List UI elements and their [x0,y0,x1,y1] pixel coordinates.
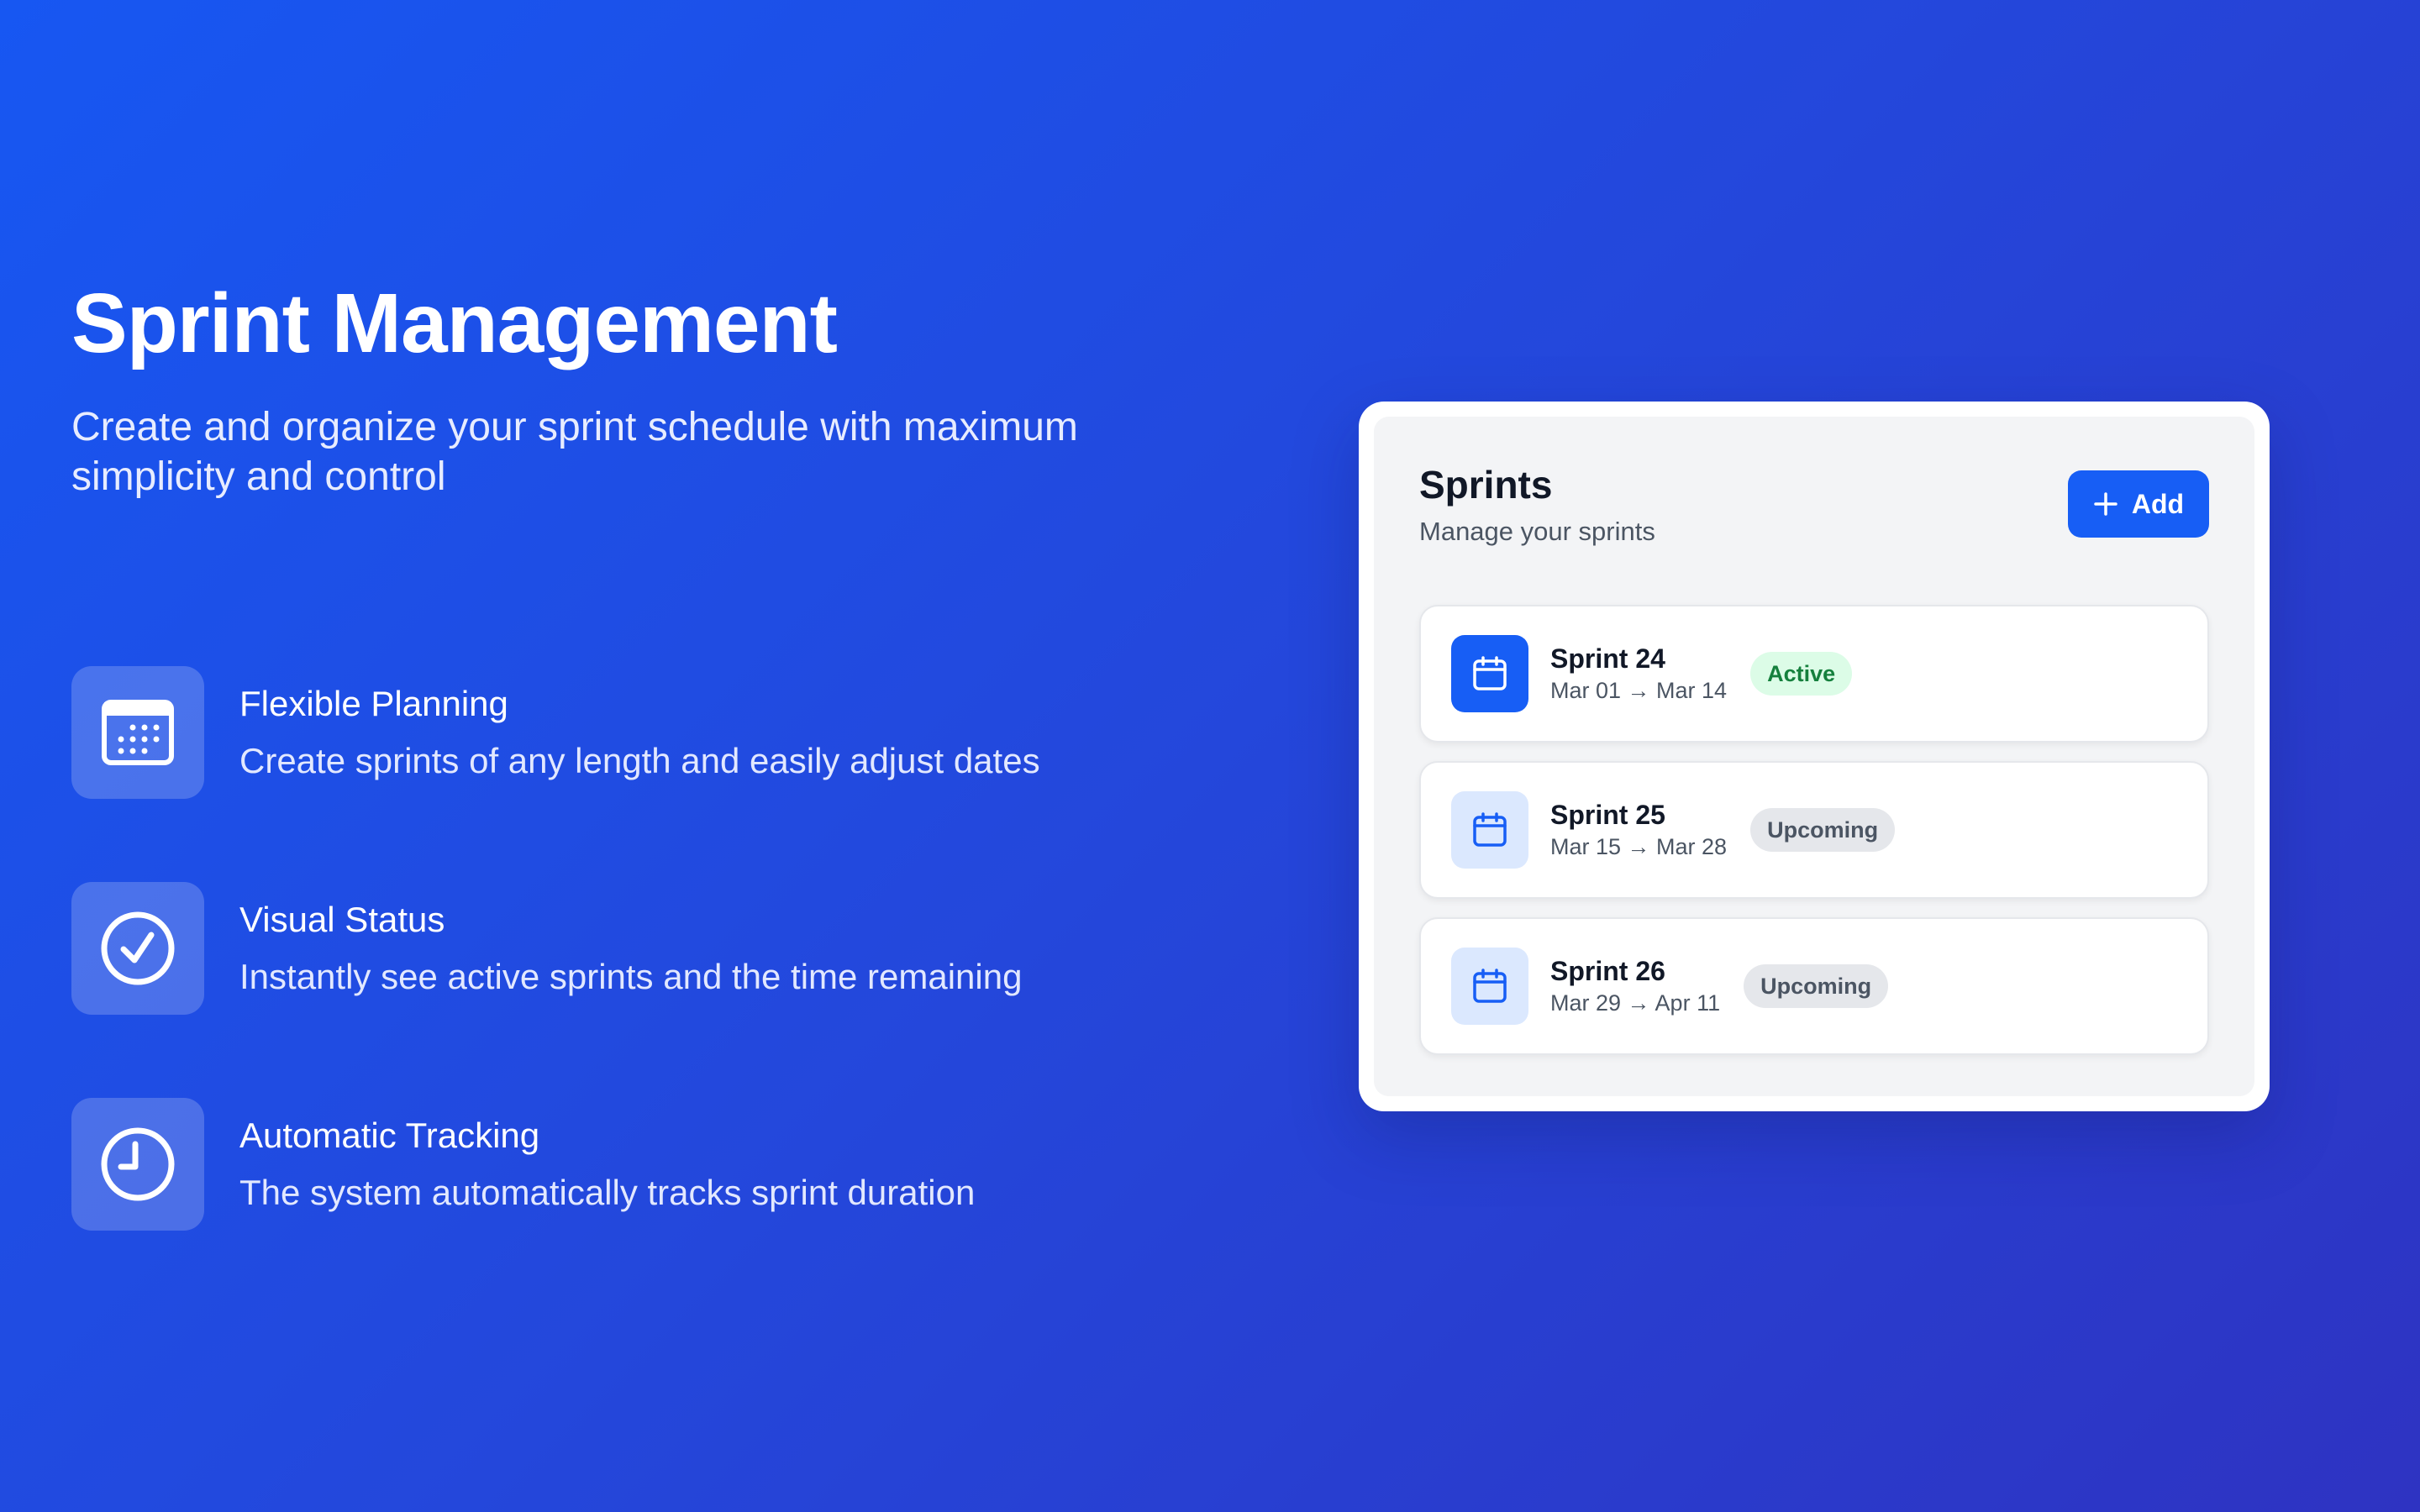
sprint-list: Sprint 24 Mar 01 → Mar 14 Active Sprint … [1419,605,2209,1055]
feature-description: Instantly see active sprints and the tim… [239,957,1023,997]
check-circle-icon [71,882,204,1015]
sprint-name: Sprint 26 [1550,956,1665,987]
sprint-dates: Mar 15 → Mar 28 [1550,833,1728,859]
feature-flexible-planning: Flexible Planning Create sprints of any … [71,666,1206,799]
calendar-icon [1451,791,1528,869]
status-badge: Upcoming [1744,964,1889,1008]
feature-title: Automatic Tracking [239,1116,540,1155]
status-badge: Active [1750,652,1853,696]
plus-icon [2094,492,2118,516]
feature-list: Flexible Planning Create sprints of any … [71,666,1206,1314]
feature-description: The system automatically tracks sprint d… [239,1173,976,1213]
feature-description: Create sprints of any length and easily … [239,741,1040,781]
hero-title: Sprint Management [71,276,838,370]
feature-visual-status: Visual Status Instantly see active sprin… [71,882,1206,1015]
sprint-name: Sprint 25 [1550,800,1665,831]
sprints-panel: Sprints Manage your sprints Add Sprint 2… [1374,417,2254,1096]
calendar-icon [71,666,204,799]
hero-subtitle: Create and organize your sprint schedule… [71,405,1078,499]
panel-title: Sprints [1419,463,1553,507]
sprint-dates: Mar 29 → Apr 11 [1550,990,1721,1016]
add-button-label: Add [2131,488,2185,519]
panel-header: Sprints Manage your sprints Add [1419,464,2209,580]
clock-icon [71,1098,204,1231]
feature-title: Flexible Planning [239,684,508,723]
sprint-row[interactable]: Sprint 24 Mar 01 → Mar 14 Active [1419,605,2209,743]
sprint-name: Sprint 24 [1550,643,1665,675]
feature-automatic-tracking: Automatic Tracking The system automatica… [71,1098,1206,1231]
calendar-icon [1451,948,1528,1025]
hero: Sprint Management Create and organize yo… [71,277,1189,501]
sprint-row[interactable]: Sprint 26 Mar 29 → Apr 11 Upcoming [1419,917,2209,1055]
add-sprint-button[interactable]: Add [2068,470,2209,538]
panel-subtitle: Manage your sprints [1419,516,1655,546]
sprint-dates: Mar 01 → Mar 14 [1550,677,1728,703]
calendar-icon [1451,635,1528,712]
sprint-row[interactable]: Sprint 25 Mar 15 → Mar 28 Upcoming [1419,761,2209,899]
status-badge: Upcoming [1750,808,1896,852]
app-preview-frame: Sprints Manage your sprints Add Sprint 2… [1359,402,2270,1111]
feature-title: Visual Status [239,900,445,939]
